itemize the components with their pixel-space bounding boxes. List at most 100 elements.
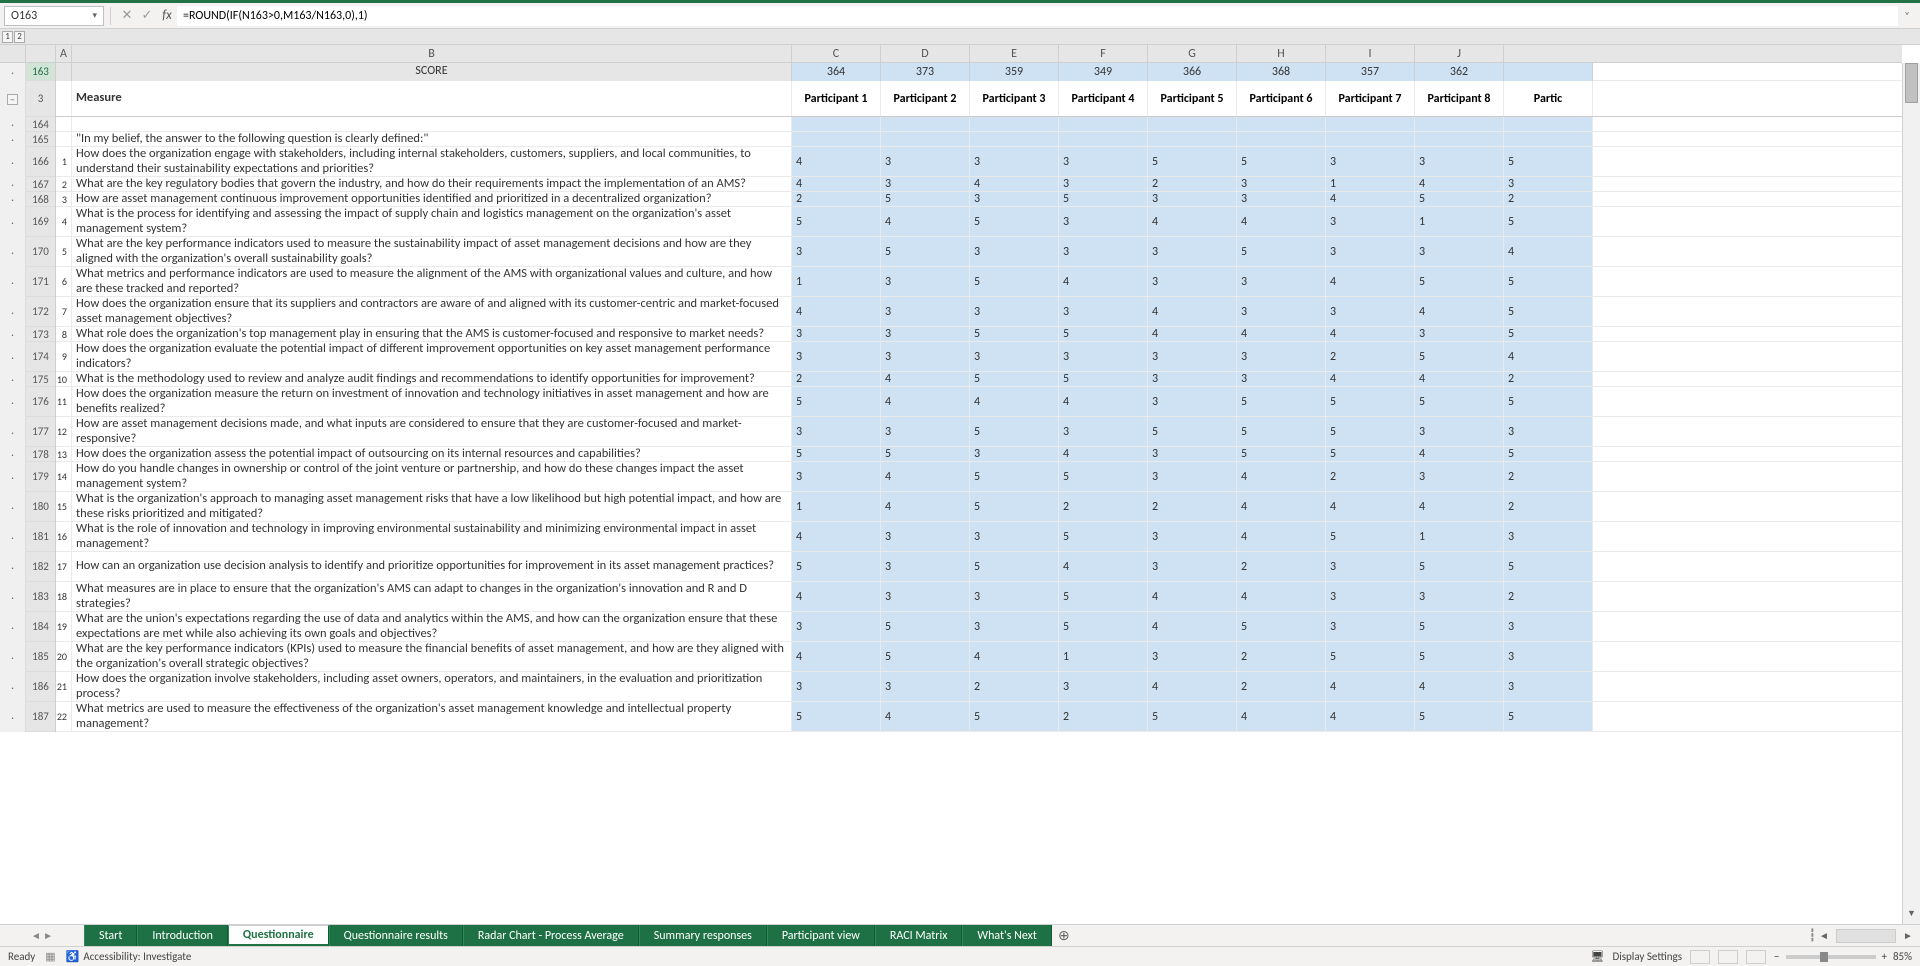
response-value[interactable]: 3 [1148,387,1237,416]
response-value[interactable]: 3 [881,267,970,296]
response-value[interactable]: 5 [1326,447,1415,461]
cell[interactable] [1415,117,1504,131]
response-value[interactable]: 5 [881,447,970,461]
response-value[interactable]: 5 [1415,612,1504,641]
question-number[interactable]: 14 [56,462,72,491]
response-value[interactable]: 5 [970,327,1059,341]
response-value[interactable]: 4 [881,387,970,416]
response-value[interactable]: 3 [970,192,1059,206]
response-value[interactable]: 4 [1326,702,1415,731]
participant-header[interactable]: Participant 1 [792,81,881,116]
row-header[interactable]: 172 [26,297,55,327]
response-value[interactable]: 5 [1148,417,1237,446]
response-value[interactable]: 3 [792,612,881,641]
response-value[interactable]: 3 [970,582,1059,611]
cell[interactable]: "In my belief, the answer to the followi… [72,132,792,146]
response-value[interactable]: 5 [1326,417,1415,446]
response-value[interactable]: 4 [1415,672,1504,701]
response-value[interactable]: 3 [1237,372,1326,386]
response-value[interactable]: 5 [1415,552,1504,581]
response-value[interactable]: 3 [1326,582,1415,611]
question-number[interactable]: 11 [56,387,72,416]
response-value[interactable]: 4 [1415,492,1504,521]
row-header[interactable]: 178 [26,447,55,462]
row-header[interactable]: 180 [26,492,55,522]
row-header[interactable]: 181 [26,522,55,552]
question-number[interactable]: 7 [56,297,72,326]
col-header-C[interactable]: C [792,45,881,62]
response-value[interactable]: 5 [881,612,970,641]
response-value[interactable]: 4 [1059,387,1148,416]
score-value[interactable]: 368 [1237,63,1326,81]
response-value[interactable]: 4 [881,207,970,236]
scrollbar-thumb[interactable] [1905,63,1918,103]
response-value[interactable]: 5 [1326,387,1415,416]
response-value[interactable]: 2 [1504,372,1593,386]
score-value[interactable]: 349 [1059,63,1148,81]
outline-toggle[interactable]: − [7,94,18,105]
response-value[interactable]: 5 [1504,447,1593,461]
response-value[interactable]: 2 [792,372,881,386]
row-header[interactable]: 166 [26,147,55,177]
question-number[interactable]: 13 [56,447,72,461]
score-value[interactable]: 364 [792,63,881,81]
response-value[interactable]: 3 [792,462,881,491]
participant-header[interactable]: Participant 8 [1415,81,1504,116]
response-value[interactable]: 3 [1148,642,1237,671]
response-value[interactable]: 5 [1237,447,1326,461]
row-header[interactable]: 167 [26,177,55,192]
response-value[interactable]: 3 [1415,417,1504,446]
response-value[interactable]: 2 [970,672,1059,701]
question-text[interactable]: What role does the organization's top ma… [72,327,792,341]
question-text[interactable]: What is the process for identifying and … [72,207,792,236]
response-value[interactable]: 4 [1148,582,1237,611]
question-number[interactable]: 4 [56,207,72,236]
question-text[interactable]: How does the organization evaluate the p… [72,342,792,371]
row-header[interactable]: 186 [26,672,55,702]
view-page-break-icon[interactable] [1746,950,1766,964]
response-value[interactable]: 5 [1415,387,1504,416]
response-value[interactable]: 1 [792,267,881,296]
row-header[interactable]: 171 [26,267,55,297]
question-number[interactable]: 18 [56,582,72,611]
question-text[interactable]: How do you handle changes in ownership o… [72,462,792,491]
sheet-tab[interactable]: Questionnaire [228,925,329,946]
response-value[interactable]: 4 [1059,267,1148,296]
response-value[interactable]: 2 [1326,342,1415,371]
response-value[interactable]: 4 [1059,447,1148,461]
hscroll-divider-icon[interactable]: ┇ [1809,928,1816,943]
hscroll-track[interactable] [1836,929,1896,943]
row-header[interactable]: 179 [26,462,55,492]
response-value[interactable]: 3 [1504,417,1593,446]
col-header-A[interactable]: A [56,45,72,62]
response-value[interactable]: 3 [881,582,970,611]
response-value[interactable]: 4 [1237,582,1326,611]
outline-level-1[interactable]: 1 [2,31,13,43]
cell[interactable] [1237,132,1326,146]
enter-icon[interactable]: ✓ [137,8,157,23]
score-value[interactable]: 357 [1326,63,1415,81]
hscroll-right-icon[interactable]: ► [1900,929,1916,942]
response-value[interactable]: 5 [1504,387,1593,416]
response-value[interactable]: 5 [1504,702,1593,731]
question-number[interactable]: 1 [56,147,72,176]
response-value[interactable]: 4 [1326,492,1415,521]
response-value[interactable]: 4 [970,642,1059,671]
response-value[interactable]: 4 [1326,372,1415,386]
response-value[interactable]: 5 [1237,237,1326,266]
sheet-tab[interactable]: What's Next [962,925,1051,946]
question-number[interactable]: 8 [56,327,72,341]
question-number[interactable]: 20 [56,642,72,671]
question-text[interactable]: What are the union's expectations regard… [72,612,792,641]
view-page-layout-icon[interactable] [1718,950,1738,964]
question-text[interactable]: How does the organization assess the pot… [72,447,792,461]
cell[interactable] [881,117,970,131]
response-value[interactable]: 4 [1059,552,1148,581]
participant-header[interactable]: Participant 2 [881,81,970,116]
response-value[interactable]: 4 [1237,522,1326,551]
cell[interactable] [1326,117,1415,131]
response-value[interactable]: 4 [881,702,970,731]
response-value[interactable]: 3 [1237,267,1326,296]
response-value[interactable]: 3 [1237,192,1326,206]
row-header[interactable]: 173 [26,327,55,342]
